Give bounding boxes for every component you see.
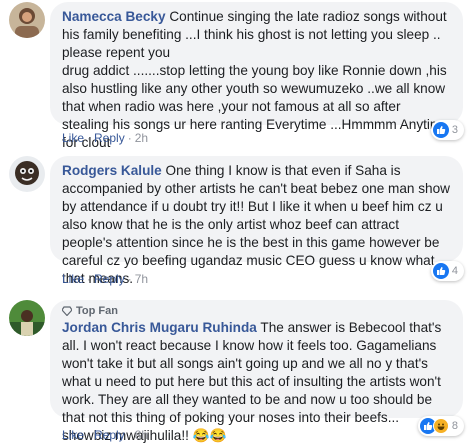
comment-author[interactable]: Jordan Chris Mugaru Ruhinda (62, 320, 257, 335)
reaction-count-badge[interactable]: 3 (430, 120, 464, 140)
reply-link[interactable]: Reply (94, 272, 125, 286)
comment-author[interactable]: Namecca Becky (62, 9, 166, 24)
like-link[interactable]: Like (62, 131, 84, 145)
reaction-count-badge[interactable]: 4 (430, 261, 464, 281)
like-icon (432, 263, 449, 279)
comment-time[interactable]: 2h (135, 131, 148, 145)
comment-text: One thing I know is that even if Saha is… (62, 163, 450, 286)
avatar[interactable] (9, 300, 45, 336)
reply-link[interactable]: Reply (94, 131, 125, 145)
haha-icon (432, 418, 449, 434)
comment-bubble: Rodgers Kalule One thing I know is that … (50, 156, 463, 286)
top-fan-badge: Top Fan (62, 304, 451, 318)
avatar[interactable] (9, 2, 45, 38)
comment-text: The answer is Bebecool that's all. I won… (62, 320, 442, 443)
diamond-icon (62, 306, 72, 316)
top-fan-label: Top Fan (76, 305, 118, 317)
avatar[interactable] (9, 156, 45, 192)
comment-author[interactable]: Rodgers Kalule (62, 163, 162, 178)
comment-bubble: Top Fan Jordan Chris Mugaru Ruhinda The … (50, 300, 463, 443)
comment-time[interactable]: 7h (135, 272, 148, 286)
like-link[interactable]: Like (62, 272, 84, 286)
reply-link[interactable]: Reply (94, 428, 125, 442)
comment-text: Continue singing the late radioz songs w… (62, 9, 449, 150)
reaction-count: 3 (451, 124, 458, 136)
reaction-count: 4 (451, 265, 458, 277)
comment-bubble: Namecca Becky Continue singing the late … (50, 2, 463, 150)
comment-time[interactable]: 8h (135, 428, 148, 442)
like-icon (432, 122, 449, 138)
comment-actions: Like · Reply · 8h (62, 428, 149, 442)
comment-actions: Like · Reply · 7h (62, 272, 149, 286)
like-link[interactable]: Like (62, 428, 84, 442)
reaction-count: 8 (451, 420, 458, 432)
reaction-count-badge[interactable]: 8 (417, 416, 464, 436)
comment-actions: Like · Reply · 2h (62, 131, 149, 145)
